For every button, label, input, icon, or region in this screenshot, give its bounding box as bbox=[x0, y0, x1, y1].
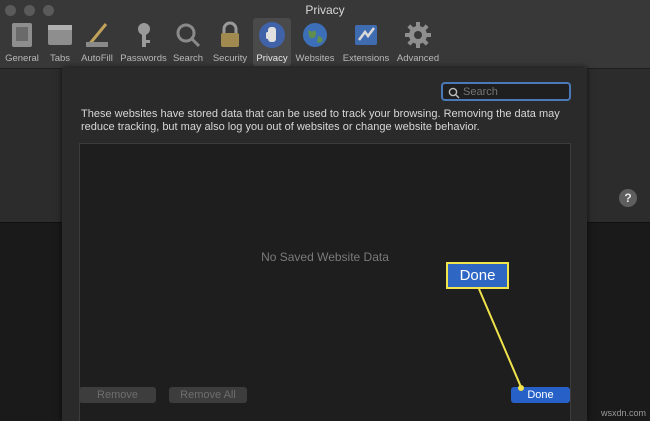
screenshot: Privacy General Tabs AutoFill Passwords … bbox=[0, 0, 650, 421]
callout-pointer-line bbox=[478, 288, 524, 391]
watermark: wsxdn.com bbox=[600, 408, 646, 418]
done-callout-label: Done bbox=[446, 262, 509, 289]
